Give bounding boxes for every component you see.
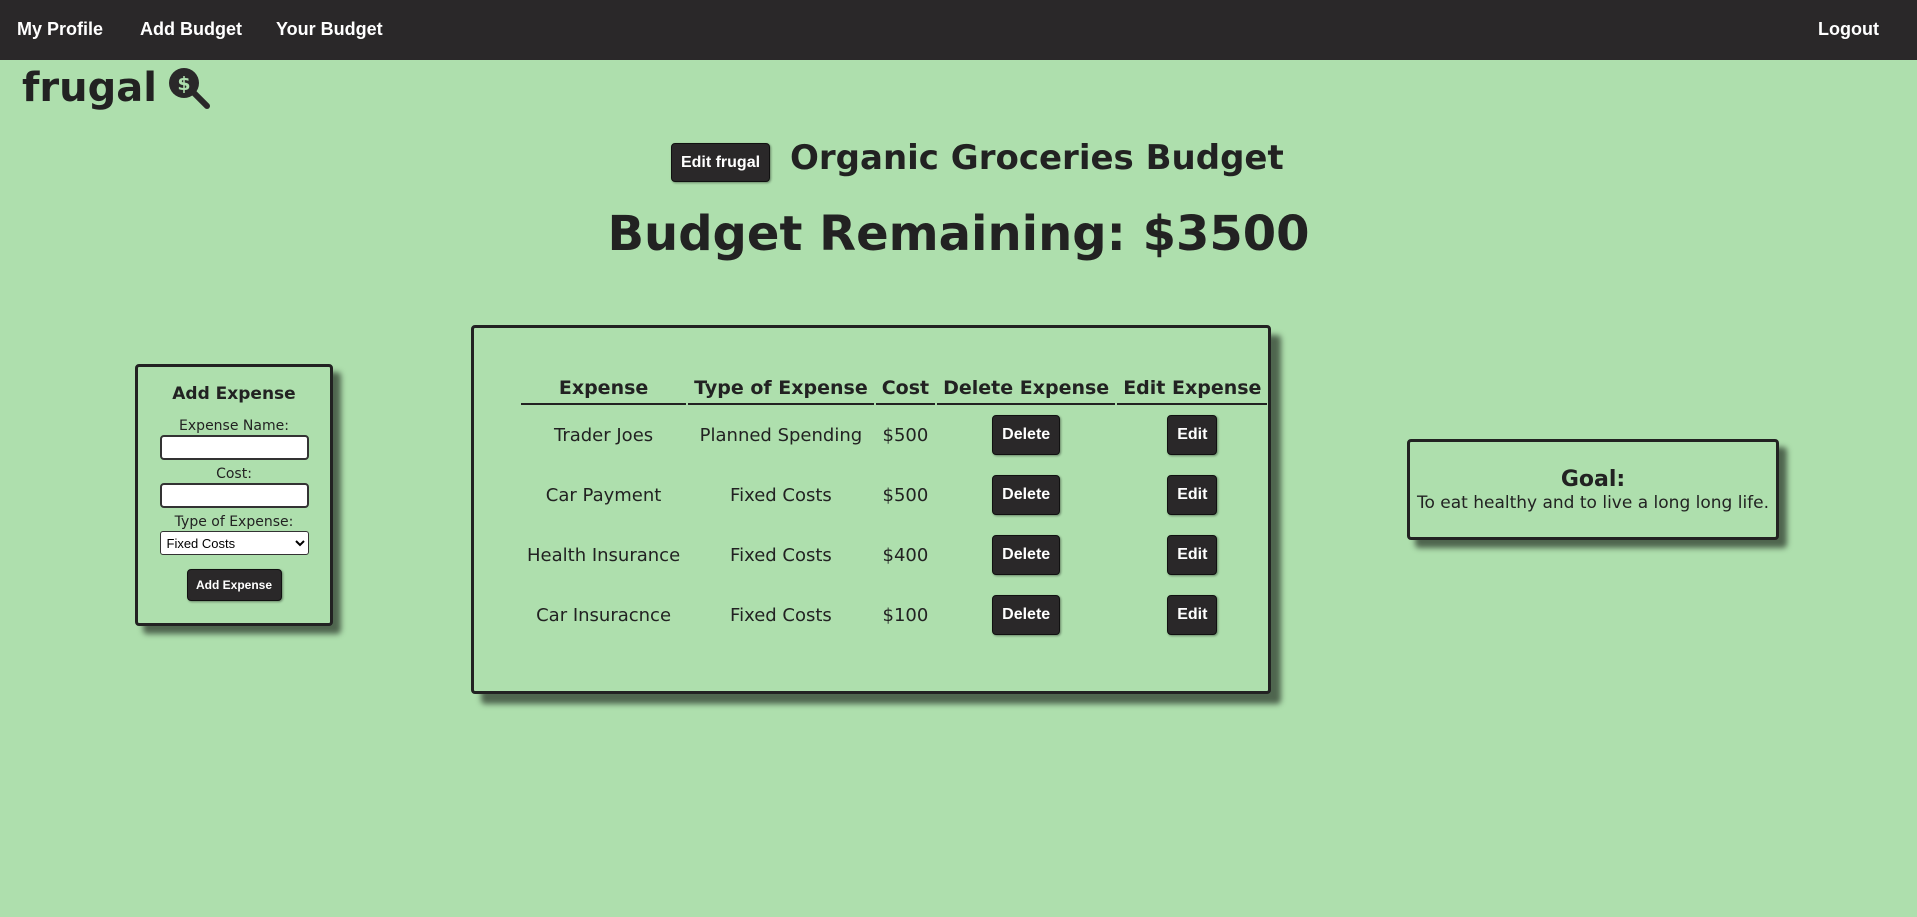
expense-cost-cell: $100 [882,604,929,626]
delete-cell: Delete [937,585,1115,645]
table-row: Trader Joes Planned Spending $500 Delete… [521,405,1267,465]
edit-button[interactable]: Edit [1167,475,1218,515]
expense-type-select[interactable]: Fixed Costs [159,531,309,555]
header-edit: Edit Expense [1117,374,1268,405]
edit-button[interactable]: Edit [1167,535,1218,575]
header-type: Type of Expense [688,374,874,405]
table-row: Health Insurance Fixed Costs $400 Delete… [521,525,1267,585]
logo: frugal $ [22,64,211,112]
goal-title: Goal: [1560,467,1626,492]
delete-button[interactable]: Delete [992,415,1061,455]
delete-cell: Delete [937,465,1115,525]
header-cost: Cost [875,374,936,405]
table-header-row: Expense Type of Expense Cost Delete Expe… [521,374,1268,405]
edit-cell: Edit [1117,465,1267,525]
delete-cell: Delete [937,525,1115,585]
delete-button[interactable]: Delete [992,535,1061,575]
expense-cost-cell: $400 [882,544,929,566]
edit-button[interactable]: Edit [1167,415,1218,455]
expense-table: Expense Type of Expense Cost Delete Expe… [519,374,1269,645]
delete-cell: Delete [937,405,1115,465]
delete-button[interactable]: Delete [992,475,1061,515]
table-row: Car Payment Fixed Costs $500 Delete Edit [521,465,1267,525]
add-expense-button[interactable]: Add Expense [186,569,282,601]
nav-my-profile[interactable]: My Profile [17,19,103,40]
edit-cell: Edit [1117,405,1267,465]
expense-type-cell: Fixed Costs [730,604,832,626]
add-expense-panel: Add Expense Expense Name: Cost: Type of … [135,364,333,626]
expense-table-panel: Expense Type of Expense Cost Delete Expe… [471,325,1271,694]
edit-frugal-button[interactable]: Edit frugal [671,143,770,182]
goal-panel: Goal: To eat healthy and to live a long … [1407,439,1779,540]
edit-cell: Edit [1117,525,1267,585]
expense-name-cell: Car Payment [545,484,662,506]
expense-type-cell: Planned Spending [699,424,863,446]
edit-button[interactable]: Edit [1167,595,1218,635]
expense-cost-cell: $500 [882,484,929,506]
delete-button[interactable]: Delete [992,595,1061,635]
budget-title: Organic Groceries Budget [790,138,1284,178]
goal-text: To eat healthy and to live a long long l… [1416,493,1770,513]
edit-cell: Edit [1117,585,1267,645]
nav-add-budget[interactable]: Add Budget [140,19,242,40]
header-expense: Expense [521,374,687,405]
expense-type-cell: Fixed Costs [730,484,832,506]
expense-type-cell: Fixed Costs [730,544,832,566]
expense-name-cell: Health Insurance [527,544,681,566]
cost-label: Cost: [216,466,252,482]
add-expense-title: Add Expense [172,384,296,404]
expense-cost-cell: $500 [882,424,929,446]
expense-name-cell: Car Insuracnce [536,604,672,626]
table-row: Car Insuracnce Fixed Costs $100 Delete E… [521,585,1267,645]
nav-logout[interactable]: Logout [1818,19,1879,40]
magnifier-dollar-icon: $ [167,66,211,110]
top-navbar: My Profile Add Budget Your Budget Logout [0,0,1917,60]
expense-name-label: Expense Name: [179,418,289,434]
expense-type-label: Type of Expense: [174,514,294,530]
nav-your-budget[interactable]: Your Budget [276,19,383,40]
svg-text:$: $ [177,73,190,95]
expense-name-input[interactable] [159,435,309,460]
budget-remaining: Budget Remaining: $3500 [607,206,1310,262]
cost-input[interactable] [159,483,309,508]
header-delete: Delete Expense [937,374,1116,405]
logo-text: frugal [22,65,157,111]
expense-name-cell: Trader Joes [553,424,654,446]
